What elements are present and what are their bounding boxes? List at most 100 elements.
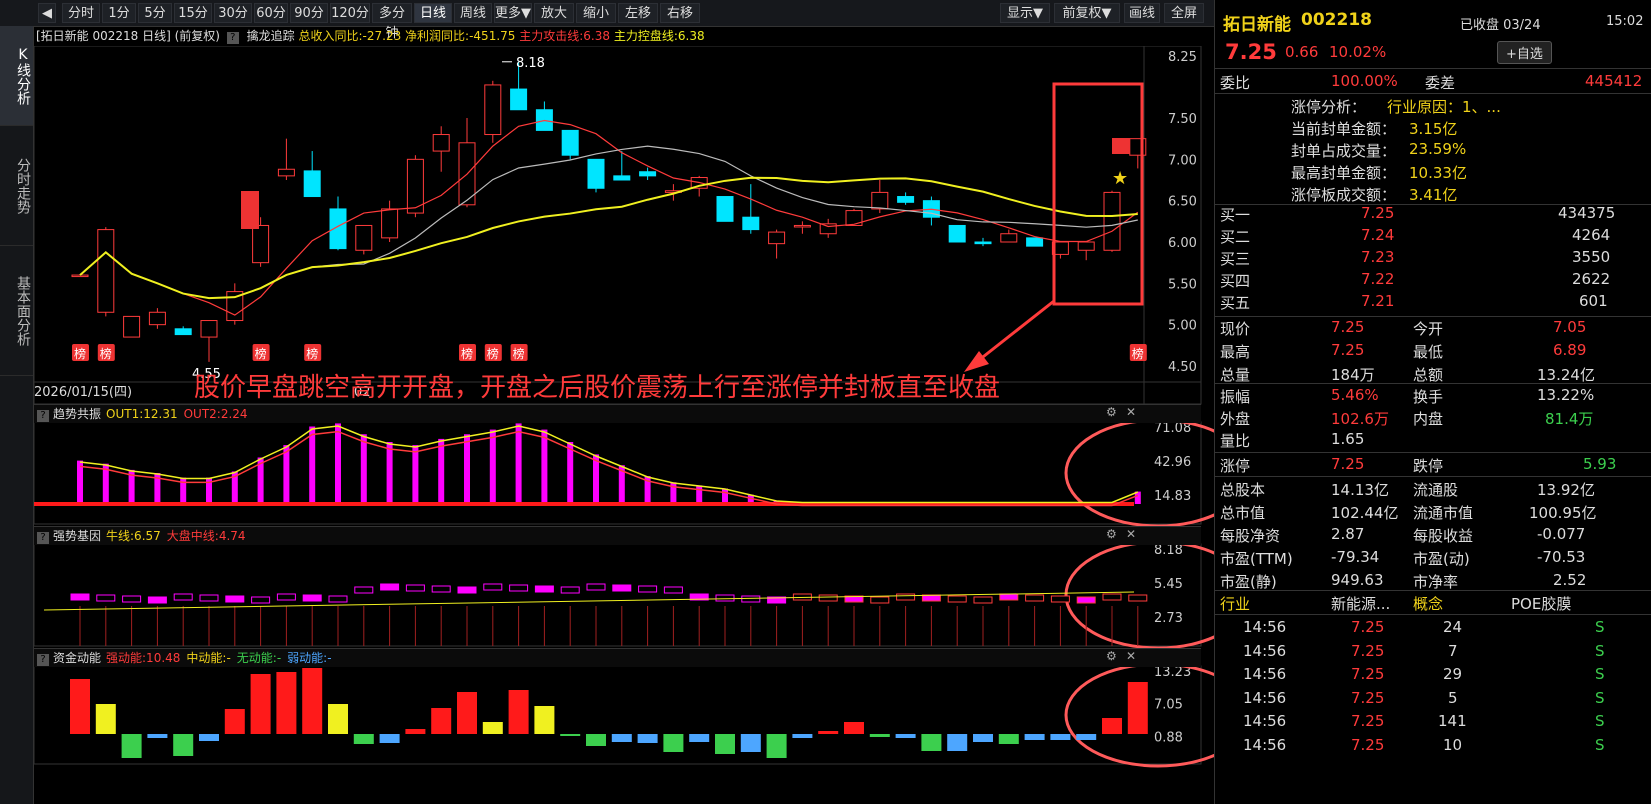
bang-badge-label: 榜	[306, 346, 318, 361]
period-btn-15[interactable]: 右移	[660, 3, 700, 23]
trend-bar	[489, 429, 496, 504]
momentum-bar	[740, 734, 761, 752]
bid-label: 买四	[1220, 272, 1251, 290]
help-icon[interactable]: ?	[226, 32, 239, 44]
gear-icon[interactable]: ⚙	[1106, 527, 1117, 541]
toolbar-right-btn-1[interactable]: 前复权▼	[1054, 3, 1120, 23]
quote-label: 流通市值	[1413, 504, 1474, 522]
gene-box	[509, 584, 529, 592]
bid-label: 买二	[1220, 228, 1251, 246]
limit-label: 涨停分析：	[1291, 98, 1367, 116]
momentum-bar	[199, 734, 219, 741]
quote-row: 买一 7.25 434375	[1215, 202, 1651, 225]
period-btn-1[interactable]: 1分	[102, 3, 136, 23]
candle	[510, 88, 528, 111]
wc-label: 委差	[1425, 74, 1456, 92]
gene-box	[354, 586, 374, 594]
gene-box	[612, 584, 632, 592]
period-btn-0[interactable]: 分时	[62, 3, 100, 23]
leftnav-tab-1[interactable]: 分时走势	[0, 126, 33, 246]
limit-label: 当前封单金额：	[1291, 120, 1397, 138]
toolbar-right-btn-0[interactable]: 显示▼	[1000, 3, 1050, 23]
limit-down-value: 5.93	[1583, 455, 1617, 473]
candle	[742, 216, 760, 231]
candle	[303, 170, 321, 198]
toolbar-right-btn-2[interactable]: 画线	[1124, 3, 1160, 23]
quote-label: 总市值	[1220, 504, 1266, 522]
quote-value: 81.4万	[1545, 410, 1594, 428]
quote-row: 市盈(静) 949.63 市净率 2.52	[1215, 569, 1651, 592]
subpanel-name[interactable]: 强势基因	[53, 529, 101, 543]
quote-label: 每股收益	[1413, 527, 1474, 545]
leftnav-tab-2[interactable]: 基本面分析	[0, 246, 33, 376]
candle	[1026, 237, 1044, 247]
quote-label: 流通股	[1413, 481, 1459, 499]
subpanel-name[interactable]: 资金动能	[53, 651, 101, 665]
status-time: 15:02	[1606, 14, 1644, 29]
trend-bar	[722, 488, 728, 504]
close-icon[interactable]: ✕	[1126, 649, 1136, 663]
quote-label: 最低	[1413, 343, 1444, 361]
period-btn-6[interactable]: 90分	[290, 3, 328, 23]
period-btn-3[interactable]: 15分	[174, 3, 212, 23]
period-btn-14[interactable]: 左移	[618, 3, 658, 23]
subpanel-value: OUT2:2.24	[183, 407, 248, 421]
add-watch-button[interactable]: +自选	[1497, 41, 1552, 64]
gene-box	[173, 593, 193, 601]
close-icon[interactable]: ✕	[1126, 405, 1136, 419]
period-btn-9[interactable]: 日线	[414, 3, 452, 23]
limit-label: 封单占成交量：	[1291, 142, 1397, 160]
tick-side: S	[1595, 688, 1605, 707]
bid-label: 买五	[1220, 294, 1251, 312]
tick-time: 14:56	[1243, 641, 1287, 660]
indicator-name[interactable]: 擒龙追踪	[247, 29, 295, 43]
price-tick: 6.00	[1168, 236, 1197, 251]
period-btn-7[interactable]: 120分	[330, 3, 370, 23]
period-btn-5[interactable]: 60分	[254, 3, 288, 23]
limit-up-marker	[241, 191, 259, 229]
gene-box	[405, 584, 425, 592]
subpanel-header-0: ? 趋势共振 OUT1:12.31 OUT2:2.24 ⚙ ✕	[34, 404, 1201, 423]
subpanel-name[interactable]: 趋势共振	[53, 407, 101, 421]
momentum-bar	[637, 734, 658, 743]
subpanel-value: 中动能:-	[186, 651, 231, 665]
quote-value: 6.89	[1553, 341, 1587, 359]
toolbar-right-btn-3[interactable]: 全屏	[1164, 3, 1204, 23]
period-btn-8[interactable]: 多分钟	[372, 3, 412, 41]
period-btn-2[interactable]: 5分	[138, 3, 172, 23]
period-btn-13[interactable]: 缩小	[576, 3, 616, 23]
quote-row: 买五 7.21 601	[1215, 290, 1651, 313]
close-icon[interactable]: ✕	[1126, 527, 1136, 541]
help-icon[interactable]: ?	[37, 410, 49, 422]
gene-box	[638, 585, 658, 593]
help-icon[interactable]: ?	[37, 654, 49, 666]
quote-value: -79.34	[1331, 548, 1380, 566]
gene-box	[1025, 594, 1045, 602]
bid-price: 7.24	[1361, 226, 1395, 244]
indicator-value-1: 总收入同比:-27.23	[298, 29, 402, 43]
quote-label: 市盈(动)	[1413, 550, 1470, 568]
bid-volume: 434375	[1558, 204, 1616, 222]
leftnav-tab-0[interactable]: K线分析	[0, 26, 33, 126]
divider	[1215, 614, 1651, 615]
period-btn-11[interactable]: 更多▼	[494, 3, 532, 23]
momentum-bar	[224, 709, 245, 734]
industry-value: 新能源...	[1331, 595, 1391, 613]
chart-title: [拓日新能 002218 日线] (前复权)	[36, 29, 220, 43]
bang-badge-label: 榜	[487, 346, 499, 361]
gene-box	[122, 595, 142, 603]
quote-row: 行业 新能源... 概念 POE胶膜	[1215, 591, 1651, 614]
kline-chart[interactable]: 8.257.507.006.506.005.505.004.508.184.55…	[34, 46, 1214, 804]
help-icon[interactable]: ?	[37, 532, 49, 544]
period-btn-10[interactable]: 周线	[454, 3, 492, 23]
candle	[716, 196, 734, 222]
candle	[277, 168, 295, 177]
period-btn-12[interactable]: 放大	[534, 3, 574, 23]
gear-icon[interactable]: ⚙	[1106, 405, 1117, 419]
gene-box	[380, 583, 400, 591]
candle	[1077, 241, 1095, 251]
period-btn-4[interactable]: 30分	[214, 3, 252, 23]
gear-icon[interactable]: ⚙	[1106, 649, 1117, 663]
back-arrow-icon[interactable]: ◀	[38, 3, 56, 23]
gene-box	[483, 583, 503, 591]
